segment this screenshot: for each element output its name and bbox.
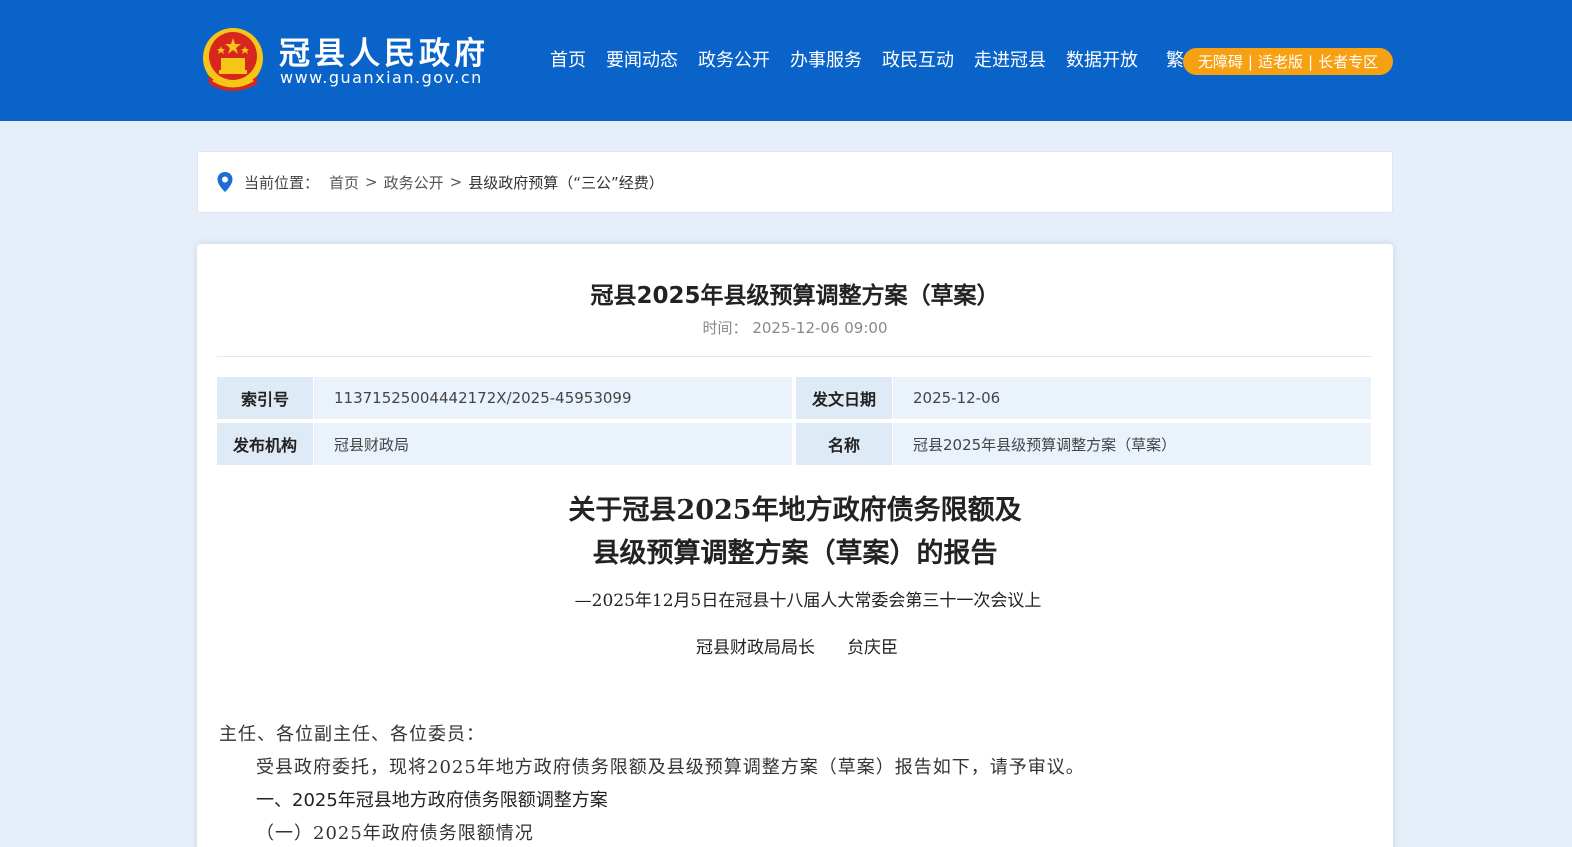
breadcrumb-label: 当前位置： [244,173,320,192]
nav-item-home[interactable]: 首页 [540,48,596,74]
accessibility-link[interactable]: 无障碍 [1198,51,1243,72]
meta-row: 索引号 11371525004442172X/2025-45953099 发文日… [217,377,1372,419]
elderly-mode-link[interactable]: 适老版 [1258,51,1303,72]
site-url: www.guanxian.gov.cn [280,68,483,87]
breadcrumb-current[interactable]: 县级政府预算（“三公”经费） [468,172,664,193]
nav-item-news[interactable]: 要闻动态 [596,48,688,74]
date-value: 2025-12-06 [893,377,1371,419]
report-greeting: 主任、各位副主任、各位委员： [219,724,485,745]
site-title[interactable]: 冠县人民政府 [279,28,489,73]
time-value: 2025-12-06 09:00 [752,319,888,337]
meta-row: 发布机构 冠县财政局 名称 冠县2025年县级预算调整方案（草案） [217,423,1372,465]
name-label: 名称 [796,423,892,465]
author-title: 冠县财政局局长 [696,638,815,658]
breadcrumb: 当前位置： 首页 > 政务公开 > 县级政府预算（“三公”经费） [197,151,1393,213]
national-emblem-icon[interactable] [201,26,265,94]
nav-item-interaction[interactable]: 政民互动 [872,48,964,74]
article-time: 时间： 2025-12-06 09:00 [0,317,1572,338]
report-title-line1: 关于冠县2025年地方政府债务限额及 [568,495,1022,526]
report-author: 冠县财政局局长 贠庆臣 [696,633,898,658]
breadcrumb-separator: > [365,173,378,191]
author-name: 贠庆臣 [847,638,898,658]
breadcrumb-government-affairs[interactable]: 政务公开 [384,172,444,193]
report-title-line2: 县级预算调整方案（草案）的报告 [592,538,998,569]
time-label: 时间： [702,319,748,337]
nav-item-government-affairs[interactable]: 政务公开 [688,48,780,74]
breadcrumb-separator: > [449,173,463,191]
section-heading: 一、2025年冠县地方政府债务限额调整方案 [256,790,608,811]
title-divider [217,356,1372,357]
index-label: 索引号 [217,377,313,419]
site-header: 冠县人民政府 www.guanxian.gov.cn 首页 要闻动态 政务公开 … [0,0,1572,121]
org-value: 冠县财政局 [314,423,792,465]
subsection-heading: （一）2025年政府债务限额情况 [256,823,534,844]
nav-item-open-data[interactable]: 数据开放 [1056,48,1148,74]
senior-zone-link[interactable]: 长者专区 [1318,51,1378,72]
org-label: 发布机构 [217,423,313,465]
article-title: 冠县2025年县级预算调整方案（草案） [590,283,1000,309]
meta-table: 索引号 11371525004442172X/2025-45953099 发文日… [217,377,1372,469]
nav-item-services[interactable]: 办事服务 [780,48,872,74]
report-intro: 受县政府委托，现将2025年地方政府债务限额及县级预算调整方案（草案）报告如下，… [256,757,1085,778]
report-subtitle: —2025年12月5日在冠县十八届人大常委会第三十一次会议上 [574,591,1042,611]
accessibility-pill: 无障碍 | 适老版 | 长者专区 [1183,48,1393,75]
index-value: 11371525004442172X/2025-45953099 [314,377,792,419]
name-value: 冠县2025年县级预算调整方案（草案） [893,423,1371,465]
nav-item-about-county[interactable]: 走进冠县 [964,48,1056,74]
main-nav: 首页 要闻动态 政务公开 办事服务 政民互动 走进冠县 数据开放 繁 [540,48,1192,74]
pill-separator: | [1247,52,1253,71]
pill-separator: | [1308,52,1314,71]
date-label: 发文日期 [796,377,892,419]
breadcrumb-home[interactable]: 首页 [329,172,359,193]
location-pin-icon [217,172,233,192]
report-title: 关于冠县2025年地方政府债务限额及 县级预算调整方案（草案）的报告 [0,489,1572,575]
